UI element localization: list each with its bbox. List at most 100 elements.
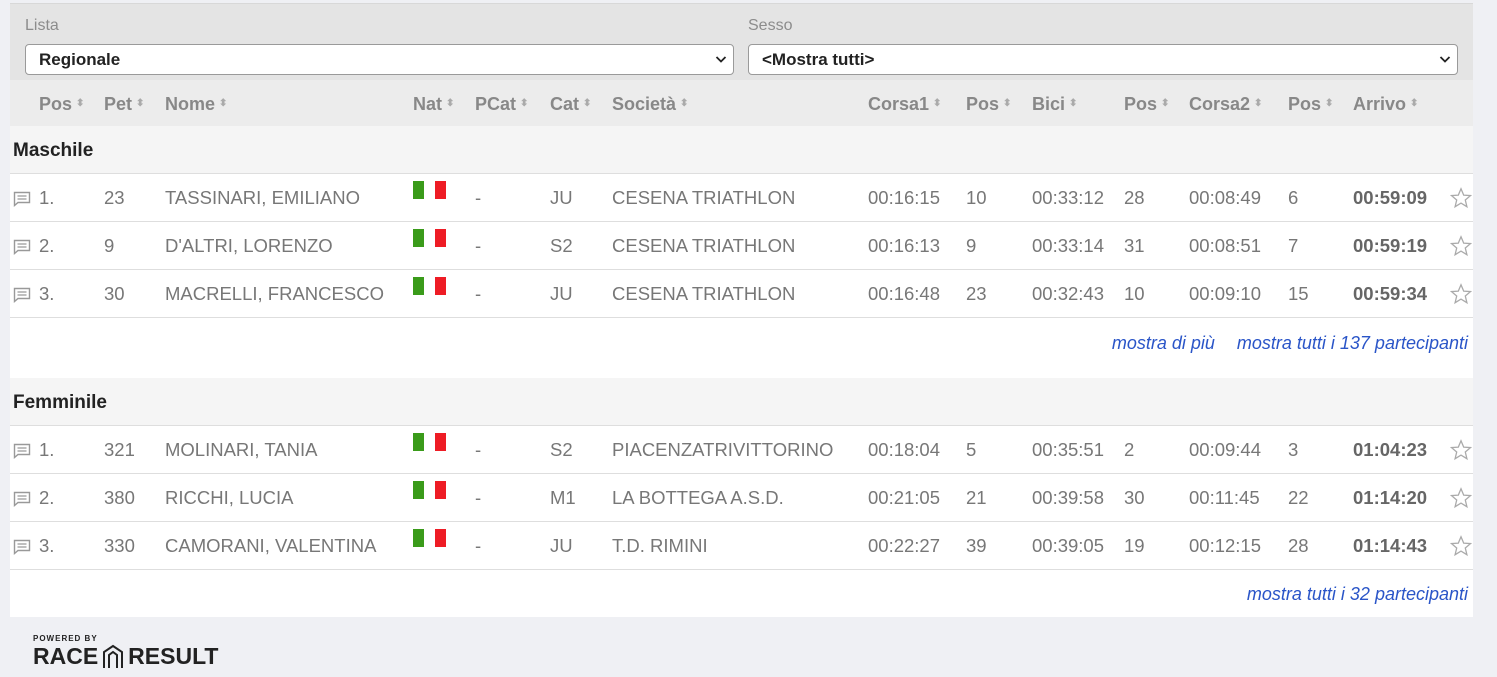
comment-icon[interactable] [13, 287, 31, 303]
cell-pos2: 30 [1124, 487, 1145, 508]
cell-pos1: 23 [966, 283, 987, 304]
column-header-label: Pos [39, 94, 73, 114]
cell-pos3: 6 [1288, 187, 1299, 208]
column-header-nat[interactable]: Nat ⬍ [413, 94, 454, 115]
column-header-pos[interactable]: Pos ⬍ [39, 94, 84, 115]
column-header-cat[interactable]: Cat ⬍ [550, 94, 591, 115]
sort-arrows-icon: ⬍ [136, 98, 145, 109]
table-row[interactable]: 3. 330 CAMORANI, VALENTINA - JU T.D. RIMINI 00… [10, 521, 1473, 570]
column-header-label: Società [612, 94, 677, 114]
cell-corsa1: 00:16:15 [868, 187, 941, 208]
italy-flag-icon [413, 181, 447, 199]
column-header-label: Pos [966, 94, 1000, 114]
table-row[interactable]: 1. 23 TASSINARI, EMILIANO - JU CESENA TRIATHL… [10, 173, 1473, 222]
comment-icon[interactable] [13, 191, 31, 207]
sort-arrows-icon: ⬍ [933, 98, 942, 109]
show-more-link[interactable]: mostra di più [1112, 333, 1215, 353]
table-row[interactable]: 2. 380 RICCHI, LUCIA - M1 LA BOTTEGA A.S.D. 00… [10, 473, 1473, 522]
sort-arrows-icon: ⬍ [76, 98, 85, 109]
sort-arrows-icon: ⬍ [446, 98, 455, 109]
cell-corsa2: 00:08:51 [1189, 235, 1262, 256]
comment-icon[interactable] [13, 491, 31, 507]
star-outline-icon[interactable] [1450, 283, 1472, 305]
race-result-logo[interactable]: POWERED BY RACE RESULT [33, 634, 218, 670]
cell-nome[interactable]: MACRELLI, FRANCESCO [165, 283, 384, 305]
cell-societa: CESENA TRIATHLON [612, 187, 796, 208]
brand-race: RACE [33, 643, 99, 669]
cell-corsa2: 00:11:45 [1189, 487, 1260, 508]
row-divider [10, 317, 1473, 318]
column-header-pcat[interactable]: PCat ⬍ [475, 94, 528, 115]
cell-bici: 00:33:12 [1032, 187, 1105, 208]
column-header-pos1[interactable]: Pos ⬍ [966, 94, 1011, 115]
sort-arrows-icon: ⬍ [520, 98, 529, 109]
group-links: mostra di più mostra tutti i 137 partecip… [1090, 333, 1468, 354]
column-header-societa[interactable]: Società ⬍ [612, 94, 688, 115]
cell-societa: CESENA TRIATHLON [612, 283, 796, 304]
cell-pos: 2. [39, 487, 55, 508]
column-header-pos2[interactable]: Pos ⬍ [1124, 94, 1169, 115]
cell-cat: JU [550, 187, 573, 208]
powered-by-text: POWERED BY [33, 634, 98, 643]
show-all-link[interactable]: mostra tutti i 137 partecipanti [1237, 333, 1468, 353]
table-row[interactable]: 1. 321 MOLINARI, TANIA - S2 PIACENZATRIVITTOR… [10, 425, 1473, 474]
cell-arrivo: 00:59:19 [1353, 235, 1428, 256]
cell-corsa2: 00:09:10 [1189, 283, 1262, 304]
cell-cat: S2 [550, 439, 573, 460]
italy-flag-icon [413, 433, 447, 451]
column-header-arrivo[interactable]: Arrivo ⬍ [1353, 94, 1418, 115]
comment-icon[interactable] [13, 539, 31, 555]
star-outline-icon[interactable] [1450, 535, 1472, 557]
column-header-label: Pet [104, 94, 133, 114]
comment-icon[interactable] [13, 443, 31, 459]
cell-corsa2: 00:08:49 [1189, 187, 1262, 208]
cell-arrivo: 00:59:34 [1353, 283, 1428, 304]
star-outline-icon[interactable] [1450, 487, 1472, 509]
cell-pcat: - [475, 535, 482, 556]
cell-pos3: 28 [1288, 535, 1309, 556]
column-header-corsa1[interactable]: Corsa1 ⬍ [868, 94, 941, 115]
cell-pos3: 15 [1288, 283, 1309, 304]
cell-nome[interactable]: MOLINARI, TANIA [165, 439, 317, 461]
cell-bici: 00:35:51 [1032, 439, 1105, 460]
cell-bici: 00:32:43 [1032, 283, 1105, 304]
column-header-pet[interactable]: Pet ⬍ [104, 94, 144, 115]
cell-nome[interactable]: D'ALTRI, LORENZO [165, 235, 333, 257]
group-title: Femminile [13, 392, 107, 413]
cell-bici: 00:39:58 [1032, 487, 1105, 508]
cell-nome[interactable]: TASSINARI, EMILIANO [165, 187, 360, 209]
cell-corsa1: 00:22:27 [868, 535, 941, 556]
group-header-bg [10, 126, 1473, 174]
comment-icon[interactable] [13, 239, 31, 255]
cell-pos2: 28 [1124, 187, 1145, 208]
row-divider [10, 569, 1473, 570]
column-header-pos3[interactable]: Pos ⬍ [1288, 94, 1333, 115]
column-header-bici[interactable]: Bici ⬍ [1032, 94, 1077, 115]
cell-pet: 30 [104, 283, 125, 304]
sort-arrows-icon: ⬍ [1069, 98, 1078, 109]
cell-pos: 1. [39, 187, 55, 208]
lista-select[interactable]: Regionale [25, 44, 734, 75]
column-header-corsa2[interactable]: Corsa2 ⬍ [1189, 94, 1262, 115]
sort-arrows-icon: ⬍ [1003, 98, 1012, 109]
star-outline-icon[interactable] [1450, 187, 1472, 209]
show-all-link[interactable]: mostra tutti i 32 partecipanti [1247, 584, 1468, 604]
cell-nome[interactable]: RICCHI, LUCIA [165, 487, 294, 509]
cell-bici: 00:39:05 [1032, 535, 1105, 556]
cell-pos: 1. [39, 439, 55, 460]
cell-pos1: 9 [966, 235, 977, 256]
star-outline-icon[interactable] [1450, 439, 1472, 461]
cell-pos3: 22 [1288, 487, 1309, 508]
sesso-select[interactable]: <Mostra tutti> [748, 44, 1458, 75]
cell-nome[interactable]: CAMORANI, VALENTINA [165, 535, 376, 557]
cell-pet: 330 [104, 535, 135, 556]
table-row[interactable]: 2. 9 D'ALTRI, LORENZO - S2 CESENA TRIATHLON 00… [10, 221, 1473, 270]
star-outline-icon[interactable] [1450, 235, 1472, 257]
table-row[interactable]: 3. 30 MACRELLI, FRANCESCO - JU CESENA TRIATHL… [10, 269, 1473, 318]
column-header-nome[interactable]: Nome ⬍ [165, 94, 227, 115]
sort-arrows-icon: ⬍ [680, 98, 689, 109]
cell-cat: JU [550, 283, 573, 304]
column-header-label: Cat [550, 94, 580, 114]
cell-pos1: 39 [966, 535, 987, 556]
sort-arrows-icon: ⬍ [583, 98, 592, 109]
